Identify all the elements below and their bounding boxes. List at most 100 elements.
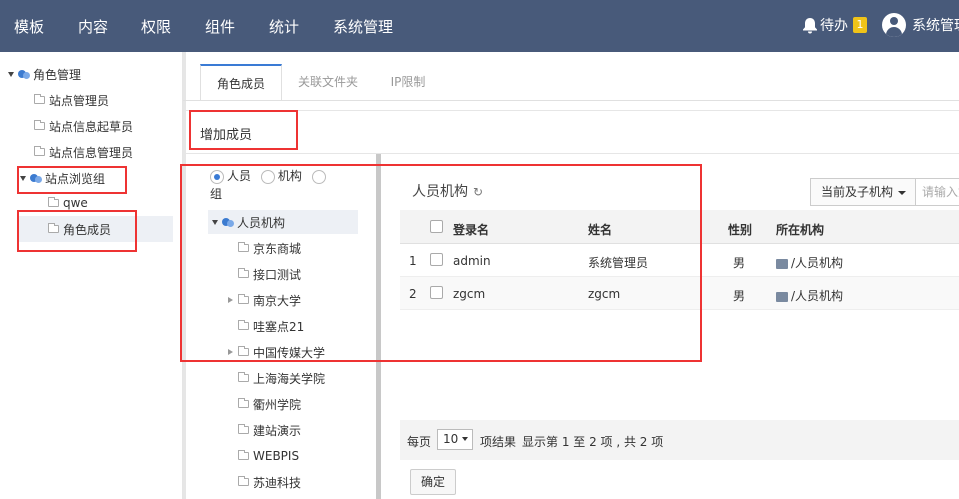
todo-button[interactable]: 待办 1 — [802, 15, 867, 35]
nav-permissions[interactable]: 权限 — [141, 16, 171, 37]
org-icon — [776, 258, 788, 269]
nav-system-admin[interactable]: 系统管理 — [333, 16, 393, 37]
folder-icon — [238, 398, 249, 408]
folder-icon — [238, 450, 249, 460]
group-icon — [30, 173, 42, 183]
cell-gender: 男 — [733, 289, 746, 303]
sidebar-item-label: 站点信息起草员 — [49, 119, 134, 134]
table-row[interactable]: 1 admin 系统管理员 男 /人员机构 — [400, 244, 959, 277]
todo-label: 待办 — [820, 18, 848, 34]
search-input[interactable]: 请输入如 — [916, 178, 959, 206]
collapsed-icon — [228, 297, 233, 303]
cell-gender: 男 — [733, 256, 746, 270]
nav-statistics[interactable]: 统计 — [269, 16, 299, 37]
org-node[interactable]: 中国传媒大学 — [228, 342, 325, 362]
user-avatar-icon — [882, 13, 906, 37]
nav-content[interactable]: 内容 — [78, 16, 108, 37]
org-node[interactable]: 建站演示 — [238, 420, 301, 440]
cell-name: zgcm — [588, 287, 621, 301]
tab-linked-folders[interactable]: 关联文件夹 — [288, 64, 368, 100]
tab-divider — [183, 100, 959, 101]
page-size-select[interactable]: 10 — [437, 429, 473, 450]
folder-icon — [238, 268, 249, 278]
sidebar: 角色管理 站点管理员 站点信息起草员 站点信息管理员 站点浏览组 qwe 角色成… — [0, 52, 183, 499]
sidebar-item-role-members[interactable]: 角色成员 — [48, 219, 111, 239]
scope-dropdown[interactable]: 当前及子机构 — [810, 178, 916, 206]
chevron-down-icon — [462, 437, 468, 441]
sidebar-root-role-management[interactable]: 角色管理 — [8, 64, 81, 84]
scope-label: 当前及子机构 — [821, 185, 894, 199]
add-member-panel-header: 增加成员 — [186, 110, 959, 154]
expand-icon — [20, 175, 26, 181]
expand-icon — [8, 71, 14, 77]
refresh-icon[interactable]: ↻ — [473, 185, 483, 199]
org-node-label: 哇塞点21 — [253, 319, 305, 334]
sidebar-item-site-info-admin[interactable]: 站点信息管理员 — [34, 142, 133, 162]
panel-splitter[interactable] — [376, 154, 381, 499]
radio-org[interactable] — [260, 169, 275, 184]
table-row[interactable]: 2 zgcm zgcm 男 /人员机构 — [400, 277, 959, 310]
sidebar-item-site-drafter[interactable]: 站点信息起草员 — [34, 116, 133, 136]
org-node[interactable]: 京东商城 — [238, 238, 301, 258]
org-node[interactable]: 衢州学院 — [238, 394, 301, 414]
row-checkbox[interactable] — [430, 253, 443, 266]
org-node[interactable]: 苏迪科技 — [238, 472, 301, 492]
col-org[interactable]: 所在机构 — [776, 221, 824, 238]
row-number: 2 — [409, 287, 417, 301]
tab-role-members[interactable]: 角色成员 — [200, 64, 282, 100]
org-tree-root[interactable]: 人员机构 — [212, 212, 285, 232]
col-login[interactable]: 登录名 — [453, 221, 489, 238]
sidebar-item-label: 站点浏览组 — [45, 171, 106, 186]
grid-title-label: 人员机构 — [412, 184, 468, 200]
col-name[interactable]: 姓名 — [588, 221, 612, 238]
org-node[interactable]: 接口测试 — [238, 264, 301, 284]
cell-name: 系统管理员 — [588, 256, 649, 270]
expand-icon — [212, 219, 218, 225]
folder-icon — [238, 476, 249, 486]
nav-components[interactable]: 组件 — [205, 16, 235, 37]
group-icon — [222, 217, 234, 227]
chevron-down-icon — [898, 190, 907, 195]
org-tree-root-label: 人员机构 — [237, 215, 286, 230]
cell-login: zgcm — [453, 287, 486, 301]
cell-org-label: /人员机构 — [791, 289, 844, 303]
org-node[interactable]: 哇塞点21 — [238, 316, 304, 336]
sidebar-root-label: 角色管理 — [33, 67, 82, 82]
folder-icon — [238, 242, 249, 252]
row-checkbox[interactable] — [430, 286, 443, 299]
org-node-label: 南京大学 — [253, 293, 302, 308]
cell-login: admin — [453, 254, 491, 268]
nav-templates[interactable]: 模板 — [14, 16, 44, 37]
org-node-label: WEBPIS — [253, 449, 300, 463]
radio-person[interactable] — [210, 169, 224, 184]
sidebar-item-qwe[interactable]: qwe — [48, 193, 88, 213]
sidebar-item-site-admin[interactable]: 站点管理员 — [34, 90, 109, 110]
folder-icon — [48, 223, 59, 233]
top-navbar: 模板 内容 权限 组件 统计 系统管理 待办 1 系统管理 — [0, 0, 959, 52]
sidebar-item-label: 站点管理员 — [49, 93, 110, 108]
todo-count-badge: 1 — [853, 17, 867, 33]
col-gender[interactable]: 性别 — [728, 221, 752, 238]
per-page-label: 每页 — [407, 435, 432, 449]
user-menu[interactable]: 系统管理 — [882, 13, 959, 37]
page-size-value: 10 — [443, 432, 459, 446]
select-all-checkbox[interactable] — [430, 220, 443, 233]
org-node-label: 京东商城 — [253, 241, 302, 256]
folder-icon — [238, 372, 249, 382]
radio-org-label: 机构 — [277, 169, 302, 183]
folder-icon — [238, 424, 249, 434]
cell-org: /人员机构 — [776, 287, 843, 304]
tab-ip-restriction[interactable]: IP限制 — [378, 64, 438, 100]
radio-group[interactable] — [311, 169, 326, 184]
org-node-label: 苏迪科技 — [253, 475, 302, 490]
org-node[interactable]: WEBPIS — [238, 446, 299, 466]
radio-person-label: 人员 — [227, 169, 252, 183]
collapsed-icon — [228, 349, 233, 355]
confirm-button[interactable]: 确定 — [410, 469, 456, 495]
org-tree-panel: 人员 机构 组 人员机构 京东商城 接口测试 南京大学 哇塞点21 中国传媒大学… — [186, 154, 376, 499]
sidebar-item-label: 站点信息管理员 — [49, 145, 134, 160]
org-node[interactable]: 上海海关学院 — [238, 368, 325, 388]
sidebar-item-browse-group[interactable]: 站点浏览组 — [20, 168, 105, 188]
bell-icon — [803, 17, 817, 33]
org-node[interactable]: 南京大学 — [228, 290, 301, 310]
